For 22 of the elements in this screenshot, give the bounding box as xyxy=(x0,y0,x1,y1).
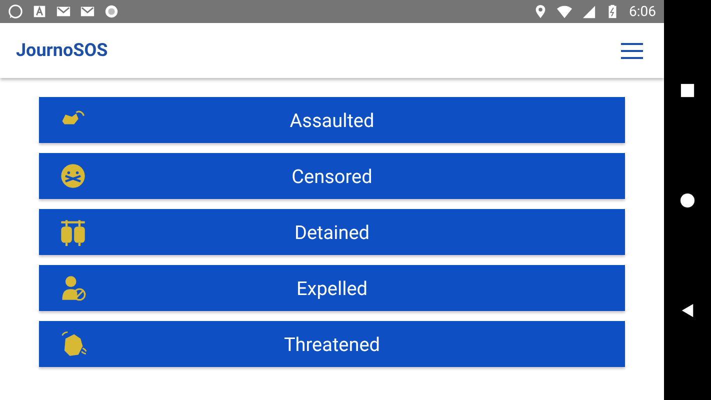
mail-icon xyxy=(80,4,95,19)
menu-button[interactable] xyxy=(621,42,643,58)
report-button[interactable]: Censored xyxy=(39,153,625,199)
gagged-face-icon xyxy=(59,162,87,190)
report-button[interactable]: Detained xyxy=(39,209,625,255)
circle-icon xyxy=(104,4,119,19)
wifi-icon xyxy=(557,4,572,19)
report-button[interactable]: Assaulted xyxy=(39,97,625,143)
recents-button[interactable] xyxy=(680,82,695,98)
location-icon xyxy=(533,4,548,19)
clock-time: 6:06 xyxy=(629,4,656,20)
back-button[interactable] xyxy=(680,302,695,318)
chat-icon xyxy=(8,4,23,19)
mail-icon xyxy=(56,4,71,19)
app-title: JournoSOS xyxy=(16,40,108,61)
home-button[interactable] xyxy=(680,192,695,208)
handcuffs-icon xyxy=(59,218,87,246)
report-button[interactable]: Threatened xyxy=(39,321,625,367)
app-icon xyxy=(32,4,47,19)
person-blocked-icon xyxy=(59,274,87,302)
signal-icon xyxy=(581,4,596,19)
report-button[interactable]: Expelled xyxy=(39,265,625,311)
